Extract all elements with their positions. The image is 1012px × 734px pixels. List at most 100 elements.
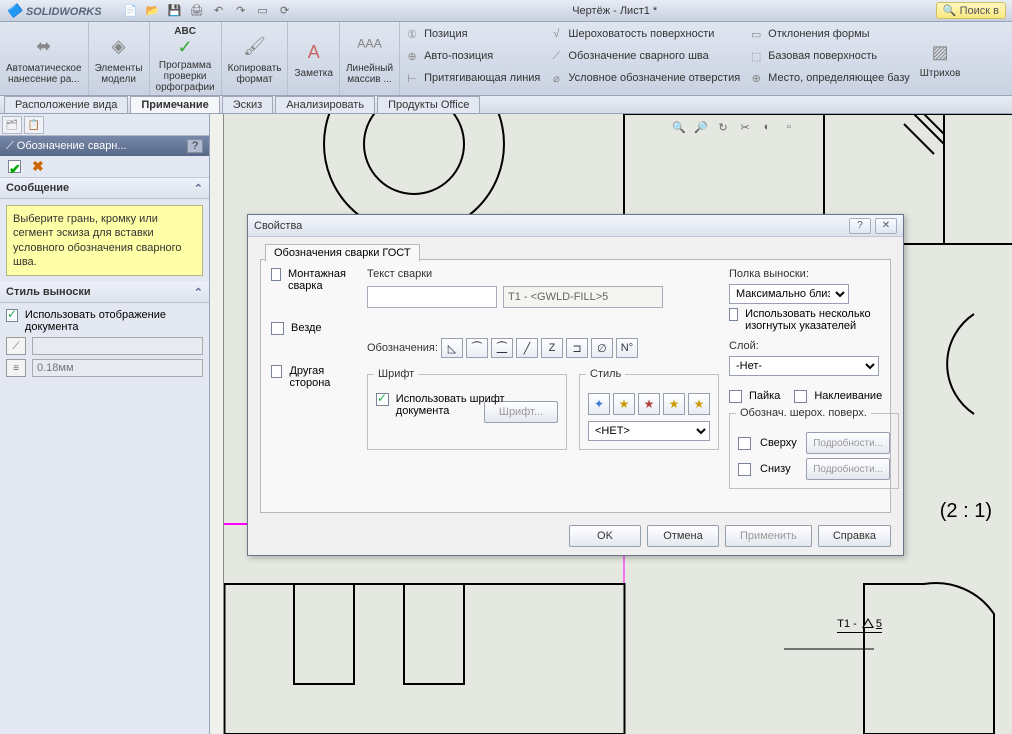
style-load-icon[interactable]: ★ [688,393,710,415]
section-message-head[interactable]: Сообщение⌃ [0,178,209,199]
tab-annotation[interactable]: Примечание [130,96,219,113]
open-icon[interactable]: 📂 [144,2,162,20]
tab-evaluate[interactable]: Анализировать [275,96,375,113]
glue-check[interactable]: Наклеивание [794,390,882,403]
datum-target[interactable]: ⊕Место, определяющее базу [748,68,910,88]
sym-slash[interactable]: ╱ [516,338,538,358]
checkbox-icon[interactable] [271,322,284,335]
ribbon-format-painter[interactable]: 🖌 Копировать формат [222,22,289,95]
checkbox-icon[interactable] [729,390,742,403]
feature-tree-icon[interactable]: 🗂 [2,116,22,134]
style-delete-icon[interactable]: ★ [638,393,660,415]
pm-title: ⟋ Обозначение сварн... ? [0,136,209,156]
ribbon-col-surface: √Шероховатость поверхности ⟋Обозначение … [544,22,744,95]
undo-icon[interactable]: ↶ [210,2,228,20]
help-icon[interactable]: ? [187,139,203,153]
properties-dialog: Свойства ? ✕ Обозначения сварки ГОСТ Мон… [247,214,904,556]
sym-concave[interactable]: ⏜ [491,338,513,358]
leader-style-icon[interactable]: ⟋ [6,337,26,355]
leader-select[interactable]: Максимально близ [729,284,849,304]
weld-symbol-icon: ⟋ [6,140,14,152]
weld-text-label: Текст сварки [367,268,719,280]
redo-icon[interactable]: ↷ [232,2,250,20]
hole-icon: ⌀ [548,70,564,86]
checkbox-icon[interactable] [729,308,738,321]
model-items-icon: ◈ [105,33,133,61]
chevron-up-icon: ⌃ [194,286,203,299]
tab-sketch[interactable]: Эскиз [222,96,273,113]
dialog-close-icon[interactable]: ✕ [875,218,897,234]
dialog-help-icon[interactable]: ? [849,218,871,234]
use-doc-font[interactable]: Использовать шрифт документа [376,393,558,417]
new-icon[interactable]: 📄 [122,2,140,20]
rebuild-icon[interactable]: ⟳ [276,2,294,20]
layer-select[interactable]: -Нет- [729,356,879,376]
ok-icon[interactable]: ✔ [8,160,21,173]
solder-check[interactable]: Пайка [729,390,780,403]
balloon-position[interactable]: ①Позиция [404,24,540,44]
auto-balloon[interactable]: ⊕Авто-позиция [404,46,540,66]
ribbon-auto-dim[interactable]: ⬌ Автоматическое нанесение ра... [0,22,89,95]
weld-text-input-2[interactable] [503,286,663,308]
ok-button[interactable]: OK [569,525,641,547]
surface-group: Обознач. шерох. поверх. Сверху Подробнос… [729,413,899,489]
tab-gost[interactable]: Обозначения сварки ГОСТ [265,244,420,262]
save-icon[interactable]: 💾 [166,2,184,20]
ribbon-spellcheck[interactable]: ABC ✓ Программа проверки орфографии [150,22,222,95]
ribbon-linear-pattern[interactable]: ᴬᴬᴬ Линейный массив ... [340,22,400,95]
gtol[interactable]: ▭Отклонения формы [748,24,910,44]
style-select[interactable]: <НЕТ> [588,421,710,441]
sym-phi[interactable]: ∅ [591,338,613,358]
feature-tabs: 🗂 📋 [0,114,209,136]
hole-callout[interactable]: ⌀Условное обозначение отверстия [548,68,740,88]
datum-feature[interactable]: ⬚Базовая поверхность [748,46,910,66]
ribbon-model-items[interactable]: ◈ Элементы модели [89,22,150,95]
property-manager: 🗂 📋 ⟋ Обозначение сварн... ? ✔ ✖ Сообщен… [0,114,210,734]
leader-thickness-value [32,359,203,377]
linear-pattern-icon: ᴬᴬᴬ [356,33,384,61]
tab-view-layout[interactable]: Расположение вида [4,96,128,113]
leader-thickness-icon[interactable]: ≡ [6,359,26,377]
surface-finish[interactable]: √Шероховатость поверхности [548,24,740,44]
section-leader-head[interactable]: Стиль выноски⌃ [0,282,209,303]
style-apply-icon[interactable]: ✦ [588,393,610,415]
ribbon-hatch[interactable]: ▨ Штрихов [914,22,967,95]
weld-text-input-1[interactable] [367,286,497,308]
sym-z[interactable]: Z [541,338,563,358]
cancel-icon[interactable]: ✖ [32,158,44,175]
ribbon-note[interactable]: A Заметка [288,22,339,95]
style-save-icon[interactable]: ★ [663,393,685,415]
note-icon: A [300,38,328,66]
checkbox-icon[interactable] [794,390,807,403]
search-box[interactable]: 🔍 Поиск в [936,2,1006,19]
style-add-icon[interactable]: ★ [613,393,635,415]
checkbox-icon[interactable] [6,309,18,322]
symbols-label: Обозначения: [367,342,438,354]
leader-label: Полка выноски: [729,268,899,280]
other-side-check[interactable]: Другая сторона [271,365,357,389]
use-doc-display[interactable]: Использовать отображение документа [6,309,203,333]
checkbox-icon[interactable] [271,268,281,281]
help-button[interactable]: Справка [818,525,891,547]
checkbox-icon[interactable] [376,393,389,406]
multi-bent-check[interactable]: Использовать несколько изогнутых указате… [729,308,899,332]
sym-triangle[interactable]: ◺ [441,338,463,358]
vertical-ruler [210,114,224,734]
weld-annotation[interactable]: T1 - 5 [837,614,882,633]
tab-office[interactable]: Продукты Office [377,96,480,113]
checkbox-icon[interactable] [271,365,282,378]
sym-omega[interactable]: ⏜ [466,338,488,358]
font-group: Шрифт Использовать шрифт документа Шрифт… [367,374,567,450]
config-icon[interactable]: 📋 [24,116,44,134]
sym-degree[interactable]: N° [616,338,638,358]
mounting-weld-check[interactable]: Монтажная сварка [271,268,357,292]
print-icon[interactable]: 🖨 [188,2,206,20]
cancel-button[interactable]: Отмена [647,525,719,547]
checkbox-icon[interactable] [738,463,751,476]
select-icon[interactable]: ▭ [254,2,272,20]
all-around-check[interactable]: Везде [271,322,357,335]
sym-open[interactable]: ⊐ [566,338,588,358]
magnet-line[interactable]: ⊢Притягивающая линия [404,68,540,88]
weld-symbol[interactable]: ⟋Обозначение сварного шва [548,46,740,66]
checkbox-icon[interactable] [738,437,751,450]
